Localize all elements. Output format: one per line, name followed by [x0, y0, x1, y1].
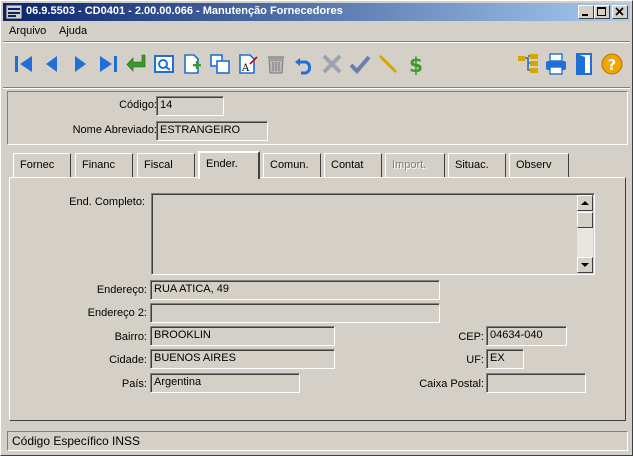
minimize-button[interactable]	[578, 5, 594, 19]
main-window: 06.9.5503 - CD0401 - 2.00.00.066 - Manut…	[0, 0, 633, 456]
tab-ender[interactable]: Ender.	[198, 151, 260, 179]
tree-icon[interactable]	[515, 51, 541, 77]
help-icon[interactable]: ?	[599, 51, 625, 77]
endereco2-field[interactable]	[150, 303, 440, 323]
window-title: 06.9.5503 - CD0401 - 2.00.00.066 - Manut…	[26, 5, 343, 17]
nome-abreviado-label: Nome Abreviado:	[72, 124, 157, 136]
delete-record-icon[interactable]	[263, 51, 289, 77]
toolbar-divider	[3, 87, 630, 89]
confirm-icon[interactable]	[347, 51, 373, 77]
cep-field[interactable]: 04634-040	[486, 326, 567, 346]
title-bar[interactable]: 06.9.5503 - CD0401 - 2.00.00.066 - Manut…	[3, 3, 630, 21]
tab-page-ender: End. Completo: Endereço: RUA ATICA, 49 E…	[9, 177, 626, 421]
exit-icon[interactable]	[571, 51, 597, 77]
endereco-label: Endereço:	[96, 284, 147, 296]
menu-bar: Arquivo Ajuda	[3, 23, 630, 41]
status-bar: Código Específico INSS	[7, 431, 628, 451]
app-icon	[5, 4, 23, 20]
pencil-icon[interactable]	[375, 51, 401, 77]
tab-fiscal[interactable]: Fiscal	[137, 153, 195, 177]
codigo-label: Código:	[119, 99, 157, 111]
cep-label: CEP:	[458, 331, 484, 343]
search-icon[interactable]	[151, 51, 177, 77]
tab-situac[interactable]: Situac.	[448, 153, 506, 177]
scroll-up-button[interactable]	[577, 195, 593, 211]
previous-record-icon[interactable]	[39, 51, 65, 77]
dollar-icon[interactable]: $	[403, 51, 429, 77]
next-record-icon[interactable]	[67, 51, 93, 77]
bairro-field[interactable]: BROOKLIN	[150, 326, 335, 346]
tab-import: Import.	[385, 153, 445, 177]
copy-record-icon[interactable]	[207, 51, 233, 77]
tab-observ[interactable]: Observ	[509, 153, 569, 177]
uf-field[interactable]: EX	[486, 349, 524, 369]
uf-label: UF:	[466, 354, 484, 366]
pais-label: País:	[121, 378, 147, 390]
end-completo-label: End. Completo:	[69, 196, 145, 208]
end-completo-textarea[interactable]	[151, 193, 595, 275]
tab-comun[interactable]: Comun.	[263, 153, 321, 177]
tab-fornec[interactable]: Fornec	[13, 153, 71, 177]
first-record-icon[interactable]	[11, 51, 37, 77]
svg-text:?: ?	[608, 56, 617, 74]
bairro-label: Bairro:	[114, 331, 147, 343]
last-record-icon[interactable]	[95, 51, 121, 77]
codigo-field[interactable]: 14	[156, 96, 224, 116]
cidade-field[interactable]: BUENOS AIRES	[150, 349, 335, 369]
nome-abreviado-field[interactable]: ESTRANGEIRO	[156, 121, 268, 141]
toolbar: A $ ?	[3, 43, 630, 85]
endereco-field[interactable]: RUA ATICA, 49	[150, 280, 440, 300]
menu-ajuda[interactable]: Ajuda	[59, 25, 87, 37]
caixa-postal-label: Caixa Postal:	[419, 378, 484, 390]
close-button[interactable]	[612, 5, 628, 19]
tab-contat[interactable]: Contat	[324, 153, 382, 177]
header-panel: Código: 14 Nome Abreviado: ESTRANGEIRO	[7, 91, 628, 145]
new-record-icon[interactable]	[179, 51, 205, 77]
maximize-button[interactable]	[594, 5, 610, 19]
print-icon[interactable]	[543, 51, 569, 77]
edit-record-icon[interactable]: A	[235, 51, 261, 77]
go-to-icon[interactable]	[123, 51, 149, 77]
cidade-label: Cidade:	[109, 354, 147, 366]
svg-text:A: A	[241, 63, 250, 74]
caixa-postal-field[interactable]	[486, 373, 586, 393]
end-completo-scrollbar[interactable]	[577, 195, 593, 273]
endereco2-label: Endereço 2:	[87, 307, 147, 319]
scroll-thumb[interactable]	[577, 212, 593, 228]
menu-arquivo[interactable]: Arquivo	[9, 25, 46, 37]
cancel-icon[interactable]	[319, 51, 345, 77]
tab-financ[interactable]: Financ	[75, 153, 133, 177]
pais-field[interactable]: Argentina	[150, 373, 300, 393]
undo-icon[interactable]	[291, 51, 317, 77]
svg-text:$: $	[409, 53, 423, 76]
scroll-down-button[interactable]	[577, 257, 593, 273]
